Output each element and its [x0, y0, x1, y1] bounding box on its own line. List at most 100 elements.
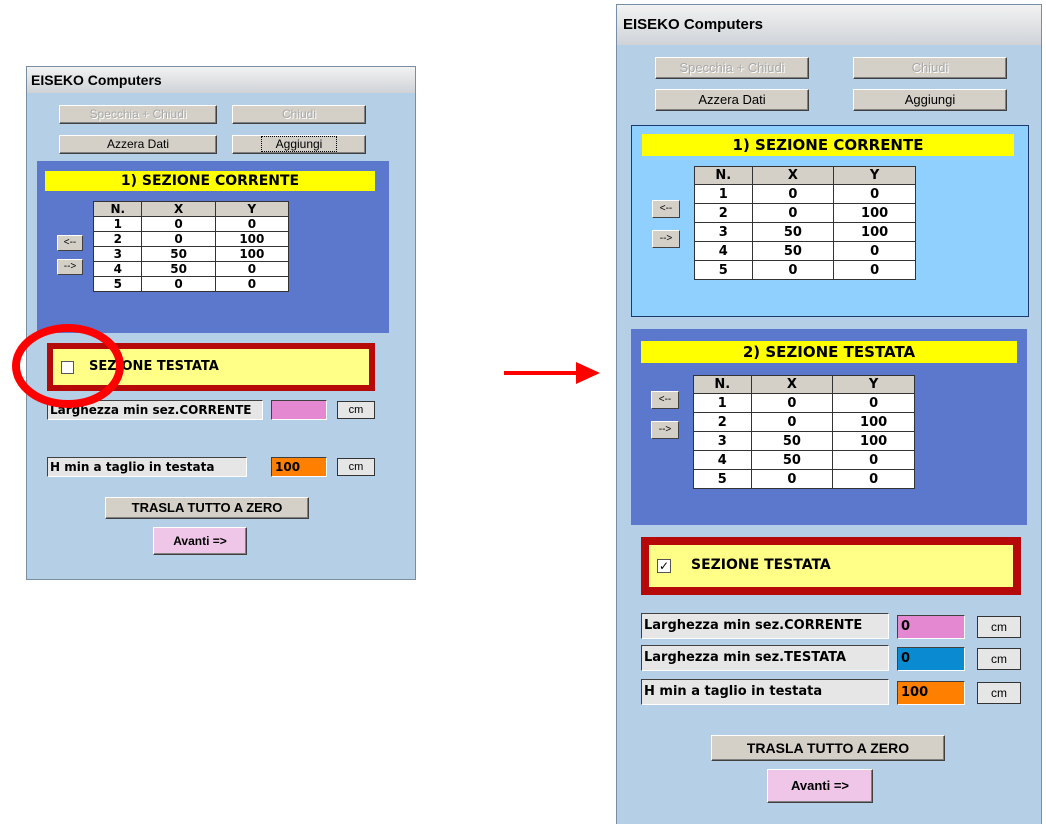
table-row[interactable]: 3 50 100 [92, 246, 290, 262]
cell-x[interactable]: 0 [750, 393, 834, 413]
right-larghezza-corrente-label: Larghezza min sez.CORRENTE [641, 613, 889, 639]
cell-x[interactable]: 0 [751, 260, 835, 280]
cell-n[interactable]: 3 [694, 222, 753, 242]
cell-x[interactable]: 50 [751, 222, 835, 242]
right-larghezza-testata-label: Larghezza min sez.TESTATA [641, 645, 889, 671]
annotation-circle [12, 324, 124, 408]
left-chiudi-button[interactable]: Chiudi [232, 105, 366, 124]
cell-n[interactable]: 4 [92, 261, 143, 277]
cell-n[interactable]: 3 [92, 246, 143, 262]
left-avanti-button[interactable]: Avanti => [153, 527, 247, 555]
right-panel2-prev-arrow-button[interactable]: <-- [651, 391, 679, 409]
cell-n[interactable]: 1 [694, 184, 753, 204]
right-hmin-input[interactable]: 100 [897, 681, 965, 705]
right-azzera-dati-button[interactable]: Azzera Dati [655, 89, 809, 111]
cell-x[interactable]: 50 [141, 261, 216, 277]
table-row[interactable]: 3 50 100 [693, 431, 915, 451]
right-panel1-next-arrow-button[interactable]: --> [652, 230, 680, 248]
cell-x[interactable]: 50 [141, 246, 216, 262]
table-row[interactable]: 2 0 100 [694, 203, 916, 223]
table-row[interactable]: 100 [693, 393, 915, 413]
cell-y[interactable]: 100 [214, 246, 290, 262]
right-sezione-corrente-table[interactable]: N. X Y 100 2 0 100 3 50 100 4 50 0 500 [694, 166, 916, 280]
cell-y[interactable]: 0 [214, 276, 290, 292]
right-avanti-button[interactable]: Avanti => [767, 769, 873, 803]
right-larghezza-testata-input[interactable]: 0 [897, 647, 965, 671]
cell-n[interactable]: 4 [694, 241, 753, 261]
table-row[interactable]: 500 [694, 260, 916, 280]
left-prev-arrow-button[interactable]: <-- [57, 235, 83, 251]
cell-x[interactable]: 0 [750, 412, 834, 432]
col-header-x: X [751, 166, 835, 185]
cell-y[interactable]: 0 [832, 393, 915, 413]
cell-y[interactable]: 0 [833, 184, 916, 204]
table-row[interactable]: 2 0 100 [92, 231, 290, 247]
right-trasla-button[interactable]: TRASLA TUTTO A ZERO [711, 735, 945, 761]
table-row[interactable]: 100 [694, 184, 916, 204]
cell-y[interactable]: 0 [833, 241, 916, 261]
left-aggiungi-button[interactable]: Aggiungi [232, 135, 366, 154]
table-row[interactable]: 2 0 100 [693, 412, 915, 432]
cell-x[interactable]: 0 [141, 231, 216, 247]
cell-n[interactable]: 1 [693, 393, 752, 413]
cell-x[interactable]: 0 [141, 276, 216, 292]
col-header-n: N. [694, 166, 753, 185]
left-next-arrow-button[interactable]: --> [57, 259, 83, 275]
cell-n[interactable]: 2 [92, 231, 143, 247]
cell-n[interactable]: 5 [92, 276, 143, 292]
table-row[interactable]: 4 50 0 [694, 241, 916, 261]
right-panel2-next-arrow-button[interactable]: --> [651, 421, 679, 439]
cell-y[interactable]: 100 [214, 231, 290, 247]
right-specchia-chiudi-button[interactable]: Specchia + Chiudi [655, 57, 809, 79]
cell-y[interactable]: 0 [833, 260, 916, 280]
right-larghezza-corrente-input[interactable]: 0 [897, 615, 965, 639]
table-row[interactable]: 100 [92, 216, 290, 232]
table-row[interactable]: 500 [92, 276, 290, 292]
left-hmin-input[interactable]: 100 [271, 457, 327, 477]
left-azzera-dati-button[interactable]: Azzera Dati [59, 135, 217, 154]
left-specchia-chiudi-button[interactable]: Specchia + Chiudi [59, 105, 217, 124]
col-header-x: X [750, 375, 834, 394]
cell-x[interactable]: 0 [751, 184, 835, 204]
right-chiudi-button[interactable]: Chiudi [853, 57, 1007, 79]
table-row[interactable]: 4 50 0 [693, 450, 915, 470]
cell-y[interactable]: 100 [832, 412, 915, 432]
annotation-arrow [504, 362, 600, 384]
cell-n[interactable]: 5 [694, 260, 753, 280]
left-aggiungi-label: Aggiungi [260, 136, 338, 152]
cell-x[interactable]: 0 [751, 203, 835, 223]
cell-x[interactable]: 50 [750, 450, 834, 470]
cell-n[interactable]: 4 [693, 450, 752, 470]
cell-y[interactable]: 0 [214, 216, 290, 232]
cell-n[interactable]: 3 [693, 431, 752, 451]
right-aggiungi-button[interactable]: Aggiungi [853, 89, 1007, 111]
cell-y[interactable]: 100 [832, 431, 915, 451]
cell-n[interactable]: 1 [92, 216, 143, 232]
cell-x[interactable]: 50 [751, 241, 835, 261]
left-coordinates-table[interactable]: N. X Y 100 2 0 100 3 50 100 4 50 0 500 [92, 201, 290, 292]
left-sezione-corrente-panel: 1) SEZIONE CORRENTE <-- --> N. X Y 100 2… [37, 161, 389, 333]
right-testata-checkbox[interactable]: ✓ [657, 559, 671, 573]
right-testata-box: ✓ SEZIONE TESTATA [649, 545, 1013, 587]
cell-x[interactable]: 0 [141, 216, 216, 232]
cell-y[interactable]: 0 [832, 469, 915, 489]
table-row[interactable]: 500 [693, 469, 915, 489]
left-window-titlebar[interactable]: EISEKO Computers [27, 67, 415, 93]
right-panel1-prev-arrow-button[interactable]: <-- [652, 200, 680, 218]
cell-y[interactable]: 0 [214, 261, 290, 277]
cell-x[interactable]: 0 [750, 469, 834, 489]
cell-n[interactable]: 2 [694, 203, 753, 223]
cell-n[interactable]: 2 [693, 412, 752, 432]
cell-n[interactable]: 5 [693, 469, 752, 489]
table-row[interactable]: 3 50 100 [694, 222, 916, 242]
table-row[interactable]: 4 50 0 [92, 261, 290, 277]
right-window-titlebar[interactable]: EISEKO Computers [617, 5, 1041, 45]
col-header-x: X [141, 201, 216, 217]
cell-x[interactable]: 50 [750, 431, 834, 451]
cell-y[interactable]: 100 [833, 203, 916, 223]
left-trasla-button[interactable]: TRASLA TUTTO A ZERO [105, 497, 309, 519]
right-sezione-testata-table[interactable]: N. X Y 100 2 0 100 3 50 100 4 50 0 500 [693, 375, 915, 489]
left-larghezza-corrente-input[interactable] [271, 400, 327, 420]
cell-y[interactable]: 100 [833, 222, 916, 242]
cell-y[interactable]: 0 [832, 450, 915, 470]
